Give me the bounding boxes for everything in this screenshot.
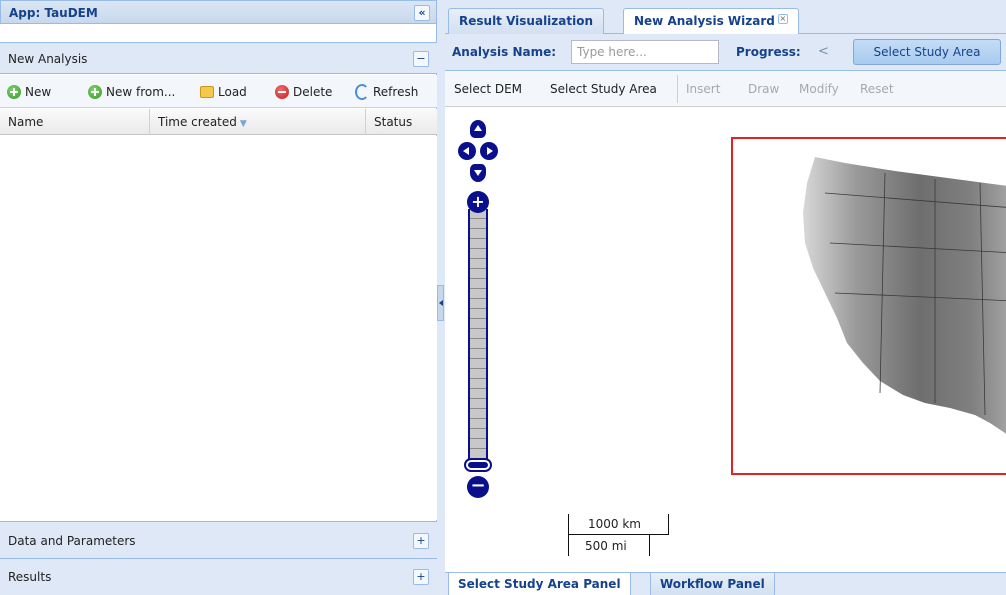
new-from-button[interactable]: New from... (88, 83, 175, 101)
right-panel: Result Visualization New Analysis Wizard… (445, 0, 1006, 595)
progress-label: Progress: (736, 45, 801, 59)
scale-tick (668, 514, 669, 534)
progress-back-button[interactable]: < (818, 44, 829, 59)
scale-bar: 1000 km 500 mi (568, 512, 678, 560)
pan-left-icon[interactable] (458, 142, 476, 160)
zoom-in-button[interactable]: + (467, 191, 489, 213)
zoom-out-button[interactable]: − (467, 476, 489, 498)
tab-new-analysis-wizard-label: New Analysis Wizard (634, 14, 775, 28)
results-expand-button[interactable]: + (413, 569, 429, 585)
select-dem-button[interactable]: Select DEM (454, 82, 522, 96)
analysis-name-label: Analysis Name: (452, 45, 557, 59)
results-header[interactable]: Results + (0, 559, 437, 595)
column-header-name[interactable]: Name (0, 109, 150, 135)
pan-control (458, 120, 498, 182)
scale-mi-label: 500 mi (585, 539, 627, 553)
new-analysis-header[interactable]: New Analysis − (0, 42, 437, 74)
load-button[interactable]: Load (200, 83, 247, 101)
tab-select-study-area-panel[interactable]: Select Study Area Panel (448, 573, 631, 595)
tab-result-visualization-label: Result Visualization (459, 14, 594, 28)
column-header-status[interactable]: Status (366, 109, 437, 135)
new-label: New (25, 85, 52, 99)
map-toolbar: Select DEM Select Study Area Insert Draw… (445, 71, 1006, 107)
bottom-tab-bar: Select Study Area Panel Workflow Panel (445, 572, 1006, 595)
zoom-bar[interactable] (468, 209, 488, 465)
tab-result-visualization[interactable]: Result Visualization (448, 8, 605, 34)
analysis-name-input[interactable] (571, 40, 719, 64)
column-status-label: Status (374, 115, 413, 129)
pan-up-icon[interactable] (470, 120, 486, 138)
draw-button[interactable]: Draw (748, 82, 779, 96)
data-and-parameters-title: Data and Parameters (8, 534, 136, 548)
add-icon (88, 85, 102, 99)
sort-descending-icon: ▼ (239, 119, 247, 129)
refresh-button[interactable]: Refresh (355, 83, 418, 101)
scale-tick (649, 534, 650, 556)
panel-splitter[interactable] (437, 0, 445, 595)
pan-down-icon[interactable] (470, 164, 486, 182)
folder-icon (200, 86, 214, 98)
column-name-label: Name (8, 115, 44, 129)
new-analysis-collapse-button[interactable]: − (413, 51, 429, 67)
analysis-toolbar: New New from... Load Delete Refresh (0, 75, 437, 108)
collapse-left-panel-button[interactable]: « (414, 5, 430, 21)
delete-label: Delete (293, 85, 333, 99)
close-icon[interactable]: × (777, 14, 788, 24)
zoom-slider-handle[interactable] (464, 458, 492, 472)
scale-tick (568, 514, 569, 534)
analysis-grid-body[interactable] (0, 136, 437, 520)
delete-button[interactable]: Delete (275, 83, 332, 101)
refresh-label: Refresh (373, 85, 419, 99)
column-header-time-created[interactable]: Time created ▼ (150, 109, 366, 135)
results-title: Results (8, 570, 52, 584)
study-area-box[interactable] (731, 137, 1006, 475)
app-title: App: TauDEM (9, 6, 98, 20)
data-and-parameters-expand-button[interactable]: + (413, 533, 429, 549)
load-label: Load (218, 85, 247, 99)
tab-new-analysis-wizard[interactable]: New Analysis Wizard × (623, 8, 799, 35)
delete-icon (275, 85, 289, 99)
scale-line (568, 534, 669, 535)
refresh-icon (355, 84, 369, 100)
toolbar-separator (677, 75, 678, 103)
modify-button[interactable]: Modify (799, 82, 839, 96)
select-study-area-button[interactable]: Select Study Area (550, 82, 657, 96)
progress-step-select-study-area[interactable]: Select Study Area (853, 39, 1001, 65)
left-panel: App: TauDEM « New Analysis − New New fro… (0, 0, 437, 595)
tab-workflow-panel[interactable]: Workflow Panel (650, 573, 775, 595)
analysis-grid-header: Name Time created ▼ Status (0, 109, 437, 135)
new-from-label: New from... (106, 85, 176, 99)
scale-km-label: 1000 km (588, 517, 641, 531)
map-canvas[interactable]: + − 1000 km 500 mi (445, 108, 1006, 593)
app-window: App: TauDEM « New Analysis − New New fro… (0, 0, 1006, 595)
add-icon (7, 85, 21, 99)
reset-button[interactable]: Reset (860, 82, 894, 96)
new-button[interactable]: New (7, 83, 51, 101)
app-header: App: TauDEM « (0, 0, 437, 24)
insert-button[interactable]: Insert (686, 82, 720, 96)
wizard-bar: Analysis Name: Progress: < Select Study … (445, 34, 1006, 71)
main-tab-bar: Result Visualization New Analysis Wizard… (445, 0, 1006, 35)
pan-right-icon[interactable] (480, 142, 498, 160)
column-time-created-label: Time created (158, 115, 237, 129)
new-analysis-title: New Analysis (8, 52, 88, 66)
data-and-parameters-header[interactable]: Data and Parameters + (0, 521, 437, 559)
splitter-collapse-handle[interactable] (437, 285, 444, 321)
scale-tick (568, 534, 569, 556)
